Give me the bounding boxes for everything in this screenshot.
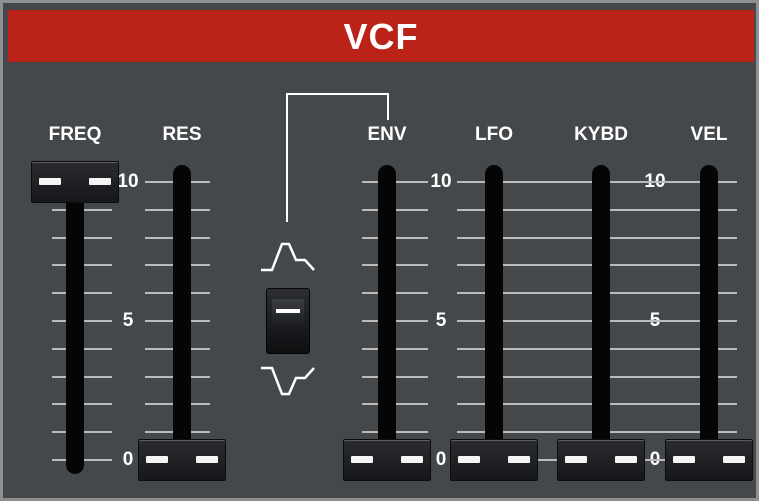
env-slider-knob[interactable] bbox=[343, 439, 431, 481]
vel-slider-track[interactable] bbox=[700, 165, 718, 455]
scale-max-label: 10 bbox=[430, 171, 452, 192]
env-routing-line bbox=[286, 93, 389, 222]
scale-max-label: 10 bbox=[117, 171, 139, 192]
kybd-slider-track[interactable] bbox=[592, 165, 610, 455]
scale-min-label: 0 bbox=[122, 449, 134, 470]
res-slider-track[interactable] bbox=[173, 165, 191, 455]
res-label: RES bbox=[162, 124, 202, 145]
res-slider-knob[interactable] bbox=[138, 439, 226, 481]
envelope-polarity-switch[interactable] bbox=[266, 288, 310, 354]
scale-min-label: 0 bbox=[435, 449, 447, 470]
panel-title: VCF bbox=[343, 16, 419, 57]
scale-mid-label: 5 bbox=[435, 310, 447, 331]
switch-handle[interactable] bbox=[272, 299, 304, 325]
inverted-envelope-icon bbox=[261, 366, 315, 396]
panel-header: VCF bbox=[8, 10, 754, 62]
vel-slider-knob[interactable] bbox=[665, 439, 753, 481]
scale-mid-label: 5 bbox=[122, 310, 134, 331]
lfo-slider-track[interactable] bbox=[485, 165, 503, 455]
positive-envelope-icon bbox=[261, 242, 315, 272]
freq-slider-knob[interactable] bbox=[31, 161, 119, 203]
freq-label: FREQ bbox=[48, 124, 102, 145]
lfo-label: LFO bbox=[475, 124, 513, 145]
kybd-label: KYBD bbox=[574, 124, 628, 145]
lfo-slider-knob[interactable] bbox=[450, 439, 538, 481]
freq-slider-track[interactable] bbox=[66, 180, 84, 474]
vel-label: VEL bbox=[690, 124, 728, 145]
vcf-panel: VCF FREQ RES ENV LFO KYBD VEL 10 5 0 10 … bbox=[0, 0, 759, 501]
kybd-slider-knob[interactable] bbox=[557, 439, 645, 481]
